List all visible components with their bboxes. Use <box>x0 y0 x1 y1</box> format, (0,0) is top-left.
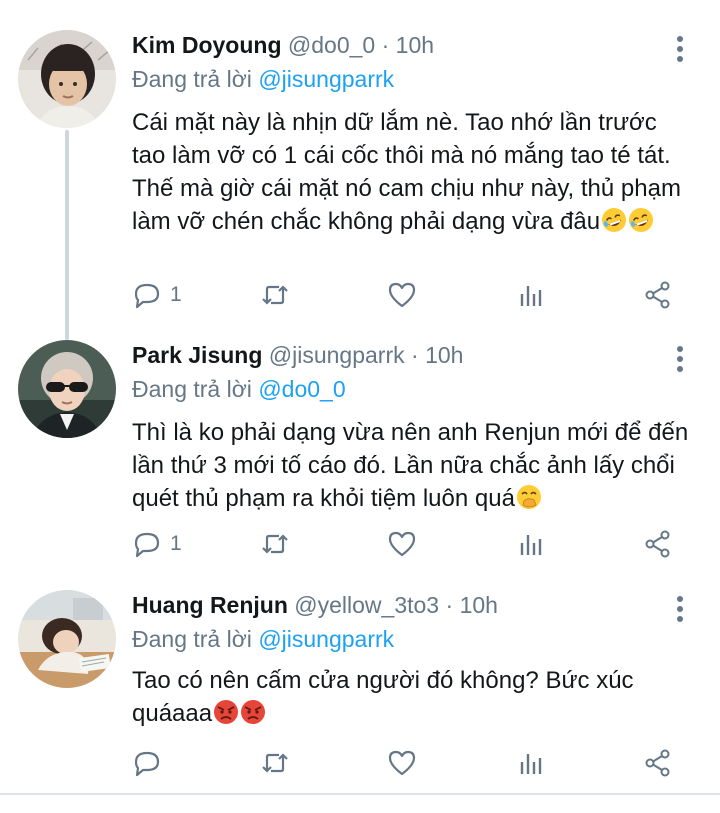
analytics-button[interactable] <box>516 743 546 783</box>
timestamp[interactable]: 10h <box>460 592 498 618</box>
tweet-actions: 1 <box>0 275 720 315</box>
divider <box>0 793 720 795</box>
reply-context: Đang trả lời @do0_0 <box>132 374 346 404</box>
tweet-actions <box>0 743 720 783</box>
angry-face-emoji <box>214 700 239 724</box>
conversation-thread: Kim Doyoung @do0_0 · 10h Đang trả lời @j… <box>0 0 720 795</box>
username[interactable]: @yellow_3to3 <box>294 592 439 618</box>
reply-icon <box>134 283 160 309</box>
retweet-button[interactable] <box>260 524 290 564</box>
reply-icon <box>134 532 160 558</box>
avatar[interactable] <box>18 590 116 688</box>
tweet-actions: 1 <box>0 524 720 564</box>
reply-count: 1 <box>170 283 182 306</box>
tweet-header: Huang Renjun @yellow_3to3 · 10h <box>132 590 498 620</box>
reply-icon <box>134 751 160 777</box>
username[interactable]: @do0_0 <box>288 32 375 58</box>
angry-face-emoji <box>241 700 266 724</box>
separator-dot: · <box>381 32 390 58</box>
separator-dot: · <box>411 342 419 368</box>
tweet-text-content: Cái mặt này là nhịn dữ lắm nè. Tao nhớ l… <box>132 109 681 235</box>
rofl-emoji <box>602 208 627 232</box>
share-button[interactable] <box>643 524 673 564</box>
more-icon[interactable] <box>670 36 690 62</box>
like-icon <box>388 282 416 308</box>
share-button[interactable] <box>643 275 673 315</box>
like-button[interactable] <box>387 743 417 783</box>
share-icon <box>645 749 670 777</box>
reply-prefix: Đang trả lời <box>132 376 252 402</box>
more-icon[interactable] <box>670 346 690 372</box>
retweet-icon <box>262 285 288 305</box>
reply-button[interactable]: 1 <box>132 275 182 315</box>
analytics-button[interactable] <box>516 524 546 564</box>
tweet-header: Kim Doyoung @do0_0 · 10h <box>132 30 434 60</box>
reply-button[interactable] <box>132 743 170 783</box>
share-icon <box>645 281 670 309</box>
tweet-text-content: Tao có nên cấm cửa người đó không? Bức x… <box>132 667 634 727</box>
retweet-icon <box>262 534 288 554</box>
reply-mention[interactable]: @jisungparrk <box>258 626 394 652</box>
separator-dot: · <box>445 592 454 618</box>
tweet-kim-doyoung[interactable]: Kim Doyoung @do0_0 · 10h Đang trả lời @j… <box>0 30 720 340</box>
tweet-header: Park Jisung @jisungparrk · 10h <box>132 340 463 370</box>
display-name[interactable]: Huang Renjun <box>132 592 288 618</box>
tweet-huang-renjun[interactable]: Huang Renjun @yellow_3to3 · 10h Đang trả… <box>0 590 720 790</box>
reply-prefix: Đang trả lời <box>132 66 252 92</box>
reply-prefix: Đang trả lời <box>132 626 252 652</box>
display-name[interactable]: Kim Doyoung <box>132 32 282 58</box>
reply-count: 1 <box>170 532 182 555</box>
avatar[interactable] <box>18 30 116 128</box>
retweet-button[interactable] <box>260 275 290 315</box>
tweet-park-jisung[interactable]: Park Jisung @jisungparrk · 10h Đang trả … <box>0 340 720 585</box>
tweet-text-content: Thì là ko phải dạng vừa nên anh Renjun m… <box>132 419 689 512</box>
hand-over-mouth-emoji <box>516 485 541 509</box>
reply-context: Đang trả lời @jisungparrk <box>132 64 394 94</box>
like-icon <box>388 531 416 557</box>
analytics-icon <box>520 535 542 555</box>
analytics-icon <box>520 286 542 306</box>
retweet-button[interactable] <box>260 743 290 783</box>
display-name[interactable]: Park Jisung <box>132 342 262 368</box>
tweet-text: Cái mặt này là nhịn dữ lắm nè. Tao nhớ l… <box>132 106 692 238</box>
timestamp[interactable]: 10h <box>425 342 463 368</box>
like-icon <box>388 750 416 776</box>
reply-context: Đang trả lời @jisungparrk <box>132 624 394 654</box>
timestamp[interactable]: 10h <box>396 32 434 58</box>
rofl-emoji <box>629 208 654 232</box>
reply-mention[interactable]: @jisungparrk <box>258 66 394 92</box>
share-icon <box>645 530 670 558</box>
analytics-icon <box>520 754 542 774</box>
retweet-icon <box>262 753 288 773</box>
reply-button[interactable]: 1 <box>132 524 182 564</box>
share-button[interactable] <box>643 743 673 783</box>
analytics-button[interactable] <box>516 275 546 315</box>
avatar[interactable] <box>18 340 116 438</box>
like-button[interactable] <box>387 275 417 315</box>
more-icon[interactable] <box>670 596 690 622</box>
like-button[interactable] <box>387 524 417 564</box>
username[interactable]: @jisungparrk <box>269 342 405 368</box>
reply-mention[interactable]: @do0_0 <box>258 376 345 402</box>
tweet-text: Tao có nên cấm cửa người đó không? Bức x… <box>132 664 692 730</box>
tweet-text: Thì là ko phải dạng vừa nên anh Renjun m… <box>132 416 692 515</box>
